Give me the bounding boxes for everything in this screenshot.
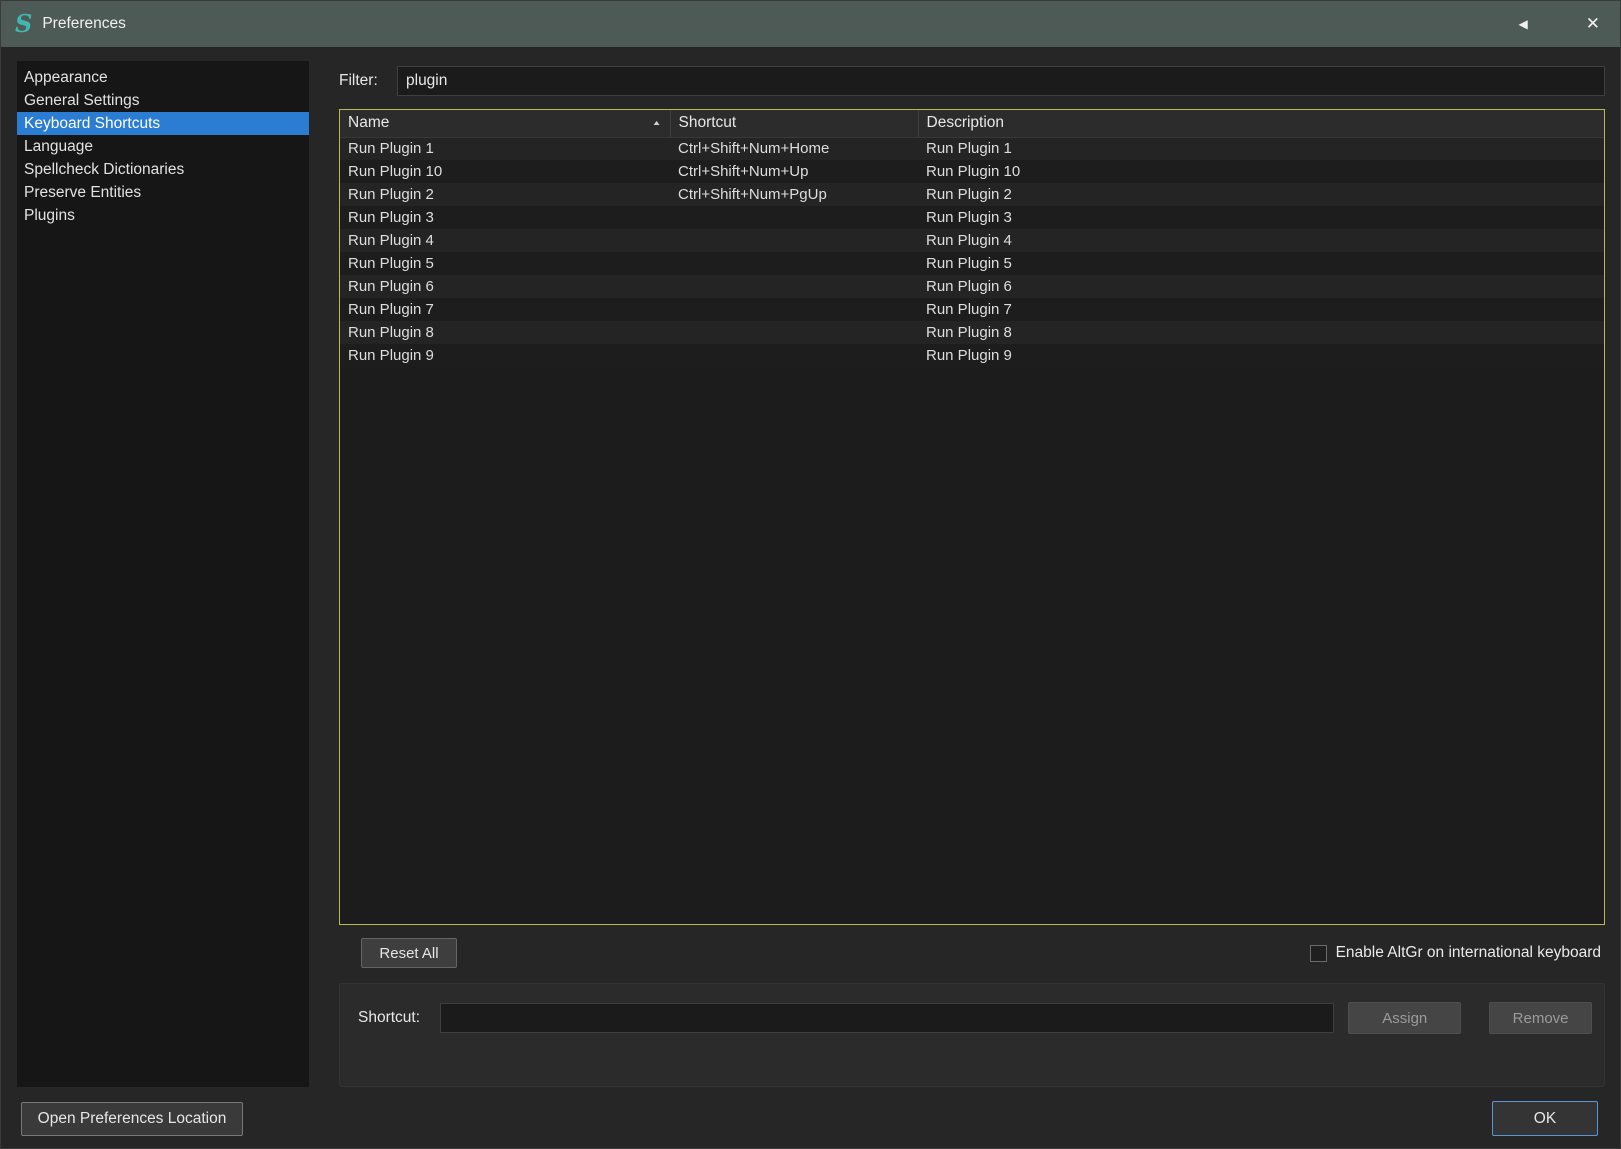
column-header-description[interactable]: Description [918,110,1604,138]
shortcut-input[interactable] [439,1003,1335,1033]
cell-shortcut [670,206,918,229]
cell-shortcut [670,321,918,344]
column-header-name-label: Name [348,114,390,132]
table-row[interactable]: Run Plugin 3 Run Plugin 3 [340,206,1604,229]
cell-name: Run Plugin 10 [348,163,443,180]
cell-description: Run Plugin 10 [926,163,1021,180]
sigil-logo-icon: S [15,9,33,38]
filter-row: Filter: [339,65,1605,97]
cell-name: Run Plugin 4 [348,232,434,249]
cell-shortcut: Ctrl+Shift+Num+Up [678,163,809,180]
sidebar-item-spellcheck-dictionaries[interactable]: Spellcheck Dictionaries [17,158,309,181]
sort-ascending-icon: ▲ [651,119,662,128]
filter-input[interactable] [397,66,1605,96]
cell-description: Run Plugin 6 [926,278,1012,295]
cell-name: Run Plugin 9 [348,347,434,364]
cell-shortcut [670,275,918,298]
cell-shortcut [670,344,918,367]
shortcuts-table-body: Run Plugin 1 Ctrl+Shift+Num+Home Run Plugi… [340,137,1604,367]
table-row[interactable]: Run Plugin 4 Run Plugin 4 [340,229,1604,252]
cell-shortcut: Ctrl+Shift+Num+Home [678,140,830,158]
table-row[interactable]: Run Plugin 10 Ctrl+Shift+Num+Up Run Plugin… [340,160,1604,183]
cell-shortcut [670,298,918,321]
open-preferences-location-button[interactable]: Open Preferences Location [21,1102,243,1136]
cell-name: Run Plugin 1 [348,140,434,158]
cell-description: Run Plugin 5 [926,255,1012,272]
sidebar-item-language[interactable]: Language [17,135,309,158]
preferences-window: S Preferences ◀ ✕ Appearance General Sett… [0,0,1621,1149]
cell-name: Run Plugin 3 [348,209,434,226]
cell-shortcut [670,252,918,275]
column-header-shortcut[interactable]: Shortcut [670,110,919,138]
cell-name: Run Plugin 2 [348,186,434,203]
arrow-left-icon[interactable]: ◀ [1519,17,1528,31]
window-title: Preferences [42,15,126,32]
cell-name: Run Plugin 8 [348,324,434,341]
cell-shortcut [670,229,918,252]
sidebar: Appearance General Settings Keyboard Short… [17,61,309,1087]
cell-description: Run Plugin 9 [926,347,1012,364]
cell-description: Run Plugin 1 [926,140,1012,158]
shortcut-panel: Shortcut: Assign Remove [339,983,1605,1087]
reset-all-button[interactable]: Reset All [361,938,457,968]
cell-name: Run Plugin 6 [348,278,434,295]
table-row[interactable]: Run Plugin 6 Run Plugin 6 [340,275,1604,298]
table-row[interactable]: Run Plugin 5 Run Plugin 5 [340,252,1604,275]
cell-description: Run Plugin 4 [926,232,1012,249]
sidebar-item-keyboard-shortcuts[interactable]: Keyboard Shortcuts [17,112,309,135]
sidebar-item-appearance[interactable]: Appearance [17,66,309,89]
table-row[interactable]: Run Plugin 9 Run Plugin 9 [340,344,1604,367]
table-row[interactable]: Run Plugin 1 Ctrl+Shift+Num+Home Run Plugi… [340,137,1604,160]
below-table-row: Reset All Enable AltGr on international … [339,935,1605,971]
column-header-name[interactable]: Name ▲ [340,110,671,138]
filter-label: Filter: [339,72,378,89]
cell-description: Run Plugin 3 [926,209,1012,226]
close-icon[interactable]: ✕ [1586,14,1600,34]
altgr-option: Enable AltGr on international keyboard [1309,944,1601,962]
ok-button[interactable]: OK [1492,1101,1598,1136]
cell-shortcut: Ctrl+Shift+Num+PgUp [678,186,827,203]
titlebar: S Preferences ◀ ✕ [1,1,1620,47]
altgr-label: Enable AltGr on international keyboard [1335,944,1601,961]
shortcuts-table: Name ▲ Shortcut Description Run Plugin 1… [339,109,1605,925]
sidebar-item-plugins[interactable]: Plugins [17,204,309,227]
cell-description: Run Plugin 2 [926,186,1012,203]
altgr-checkbox[interactable] [1309,944,1327,962]
sidebar-item-general-settings[interactable]: General Settings [17,89,309,112]
sidebar-item-preserve-entities[interactable]: Preserve Entities [17,181,309,204]
assign-button[interactable]: Assign [1348,1002,1462,1034]
cell-name: Run Plugin 5 [348,255,434,272]
table-row[interactable]: Run Plugin 2 Ctrl+Shift+Num+PgUp Run Plugi… [340,183,1604,206]
cell-description: Run Plugin 8 [926,324,1012,341]
remove-button[interactable]: Remove [1489,1002,1592,1034]
cell-description: Run Plugin 7 [926,301,1012,318]
table-header-row: Name ▲ Shortcut Description [340,110,1604,138]
shortcut-label: Shortcut: [358,1009,421,1026]
main-panel: Filter: Name ▲ Shortcut Description Run [339,61,1605,1087]
shortcut-row: Shortcut: Assign Remove [358,1002,1592,1034]
cell-name: Run Plugin 7 [348,301,434,318]
table-row[interactable]: Run Plugin 7 Run Plugin 7 [340,298,1604,321]
table-row[interactable]: Run Plugin 8 Run Plugin 8 [340,321,1604,344]
sidebar-list: Appearance General Settings Keyboard Short… [17,66,309,227]
